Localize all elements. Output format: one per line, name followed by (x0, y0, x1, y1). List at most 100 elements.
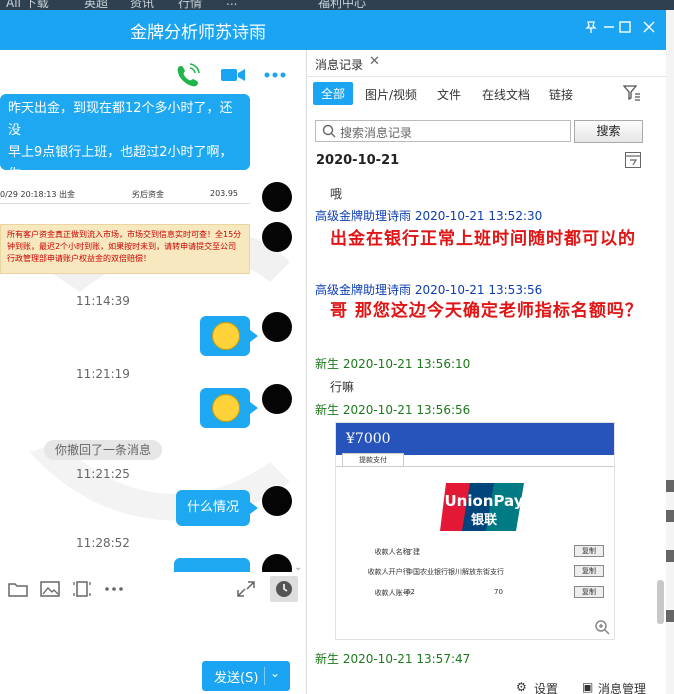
filter-bar: 全部 图片/视频 文件 在线文档 链接 (307, 82, 666, 108)
emoji-message[interactable] (200, 388, 250, 428)
payment-value: 62 (406, 588, 415, 596)
copy-button[interactable]: 复制 (574, 545, 604, 557)
filter-online-docs[interactable]: 在线文档 (482, 86, 530, 103)
bg-item: 英超 (84, 0, 109, 10)
manage-icon[interactable]: ▣ (582, 680, 593, 694)
tab-divider (307, 76, 666, 77)
bg-item: 资讯 (130, 0, 155, 10)
unionpay-cn-text: 银联 (471, 512, 497, 528)
payment-divider (336, 466, 614, 467)
close-icon[interactable] (638, 18, 660, 40)
emoji-message[interactable] (200, 316, 250, 356)
payment-tab: 提款支付 (342, 453, 404, 467)
image-icon[interactable] (40, 580, 60, 598)
bg-item: 福利中心 (318, 0, 367, 10)
payment-image[interactable]: ¥7000 提款支付 UnionPay 银联 收款人名称: 丁建 复制 收款人开… (335, 422, 615, 640)
payment-header: ¥7000 (336, 423, 614, 455)
message-time: 11:21:19 (76, 367, 130, 381)
payment-row: 收款人名称: 丁建 复制 (336, 545, 614, 561)
filter-images-videos[interactable]: 图片/视频 (365, 86, 417, 103)
window-title: 金牌分析师苏诗雨 (130, 23, 266, 43)
filter-settings-icon[interactable] (622, 84, 641, 105)
message-bubble[interactable]: 什么情况 (176, 490, 250, 526)
more-tools-icon[interactable] (104, 580, 124, 598)
chat-panel: 昨天出金，到现在都12个多小时了，还没 早上9点银行上班，也超过2小时了啊，你 … (0, 50, 306, 694)
payment-amount: ¥7000 (346, 431, 391, 447)
copy-button[interactable]: 复制 (574, 565, 604, 577)
message-line: 早上9点银行上班，也超过2小时了啊，你 (8, 145, 233, 182)
payment-row: 收款人账号: 62 70 复制 (336, 586, 614, 602)
bg-item: All 下载 (6, 0, 49, 10)
calendar-icon[interactable] (625, 152, 641, 168)
zoom-in-icon[interactable] (594, 619, 610, 635)
search-placeholder: 搜索消息记录 (340, 126, 413, 140)
search-input[interactable]: 搜索消息记录 (315, 120, 571, 142)
avatar[interactable] (262, 312, 292, 342)
maximize-icon[interactable] (614, 18, 636, 40)
background-taskbar: All 下载 英超 资讯 行情 ... 福利中心 (0, 0, 674, 10)
more-icon[interactable] (262, 62, 288, 88)
emoji-face-icon (212, 394, 240, 422)
message-time: 11:21:25 (76, 467, 130, 481)
record-sender-time: 高级金牌助理诗雨 2020-10-21 13:52:30 (315, 209, 543, 223)
record-sender-time: 新生 2020-10-21 13:57:47 (315, 652, 471, 666)
voice-call-icon[interactable] (175, 62, 201, 88)
expand-icon[interactable] (236, 580, 256, 598)
payment-value: 中国农业银行银川解放东街支行 (406, 568, 504, 576)
image-message-notice[interactable]: 所有客户资金真正做到流入市场，市场交到信息实时可查！全15分钟到账，最迟2个小时… (0, 224, 250, 274)
payment-row: 收款人开户行: 中国农业银行银川解放东街支行 复制 (336, 565, 614, 581)
screenshot-icon[interactable] (72, 580, 92, 598)
record-sender-time: 新生 2020-10-21 13:56:10 (315, 357, 471, 371)
watermark-icon (30, 225, 290, 521)
search-icon (322, 124, 336, 141)
bubble-tail (250, 402, 258, 414)
payment-value: 丁建 (406, 548, 420, 556)
send-label: 发送(S) (214, 671, 259, 686)
settings-icon[interactable]: ⚙ (516, 680, 527, 694)
filter-all[interactable]: 全部 (313, 82, 354, 105)
bg-item: 行情 (178, 0, 203, 10)
avatar[interactable] (262, 182, 292, 212)
send-button[interactable]: 发送(S) ⌄ (202, 661, 290, 691)
input-toolbar (0, 572, 306, 608)
video-call-icon[interactable] (220, 62, 246, 88)
message-line: 昨天出金，到现在都12个多小时了，还没 (8, 101, 233, 138)
payment-key: 收款人名称: (374, 548, 412, 556)
record-message: 哦 (330, 187, 343, 201)
bubble-tail (250, 502, 258, 514)
record-message: 行嘛 (330, 380, 355, 394)
image-message-strip[interactable]: 0/29 20:18:13 出金 劣后资金 203.95 (0, 186, 250, 204)
window-titlebar: 金牌分析师苏诗雨 (0, 10, 666, 50)
strip-text: 0/29 20:18:13 出金 (0, 190, 75, 199)
search-button[interactable]: 搜索 (574, 120, 643, 143)
close-tab-icon[interactable]: ✕ (369, 54, 380, 69)
avatar[interactable] (262, 554, 292, 572)
bg-item: ... (226, 0, 238, 8)
history-icon[interactable] (270, 576, 298, 602)
chevron-down-icon[interactable]: ⌄ (270, 666, 280, 680)
message-bubble[interactable] (174, 558, 250, 572)
payment-value: 70 (494, 588, 503, 596)
avatar[interactable] (262, 384, 292, 414)
record-message: 哥 那您这边今天确定老师指标名额吗？ (330, 301, 643, 321)
settings-link[interactable]: 设置 (534, 680, 558, 694)
record-sender-time: 高级金牌助理诗雨 2020-10-21 13:53:56 (315, 283, 543, 297)
strip-text: 劣后资金 (132, 190, 164, 199)
tab-message-records[interactable]: 消息记录 ✕ (307, 50, 387, 76)
message-manage-link[interactable]: 消息管理 (598, 680, 646, 694)
message-records-panel: 消息记录 ✕ 全部 图片/视频 文件 在线文档 链接 搜索消息记录 搜索 202… (306, 50, 666, 694)
filter-files[interactable]: 文件 (437, 86, 461, 103)
unionpay-logo-icon: UnionPay 银联 (440, 481, 528, 533)
folder-icon[interactable] (8, 580, 28, 598)
message-time: 11:14:39 (76, 294, 130, 308)
emoji-face-icon (212, 322, 240, 350)
copy-button[interactable]: 复制 (574, 586, 604, 598)
avatar[interactable] (262, 222, 292, 252)
record-message: 出金在银行正常上班时间随时都可以的 (330, 229, 636, 249)
records-scrollbar[interactable] (657, 580, 664, 624)
scroll-down-icon[interactable]: ⌄ (294, 562, 302, 572)
avatar[interactable] (262, 486, 292, 516)
unionpay-text: UnionPay (444, 492, 523, 510)
message-bubble[interactable]: 昨天出金，到现在都12个多小时了，还没 早上9点银行上班，也超过2小时了啊，你 … (0, 94, 250, 204)
filter-links[interactable]: 链接 (549, 86, 573, 103)
